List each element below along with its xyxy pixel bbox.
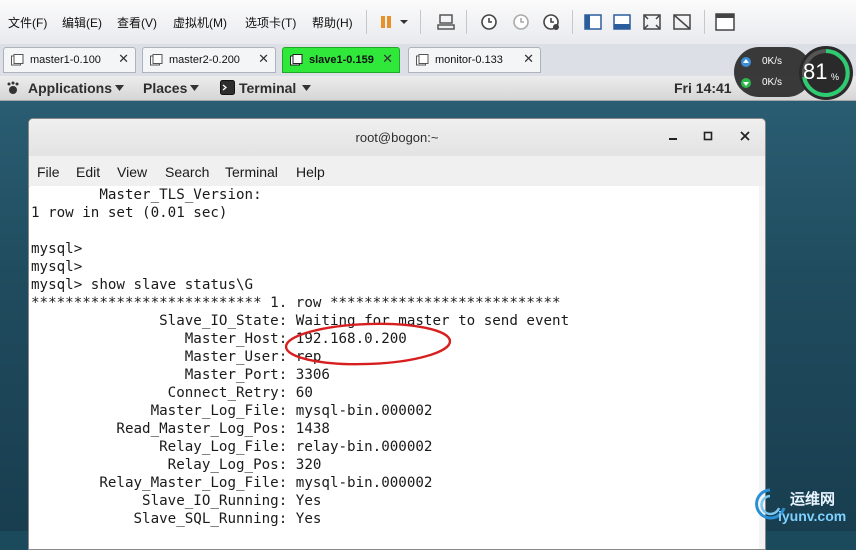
menu-file[interactable]: 文件(F)	[8, 14, 47, 31]
vm-tab-master2[interactable]: master2-0.200 ✕	[142, 47, 276, 73]
terminal-title: root@bogon:~	[355, 130, 439, 145]
console-view-icon[interactable]	[610, 10, 634, 34]
vm-tabbar: master1-0.100 ✕ master2-0.200 ✕ slave1-0…	[0, 44, 856, 77]
terminal-menu-view[interactable]: View	[117, 164, 147, 180]
vm-tab-label: monitor-0.133	[435, 54, 503, 66]
terminal-line: Master_Log_File: mysql-bin.000002	[31, 403, 433, 419]
send-keys-icon[interactable]	[434, 10, 458, 34]
vm-tab-monitor[interactable]: monitor-0.133 ✕	[408, 47, 541, 73]
minimize-button[interactable]	[664, 128, 682, 146]
toolbar-separator	[420, 10, 421, 34]
snapshot-manager-icon[interactable]	[539, 10, 563, 34]
terminal-line: Relay_Master_Log_File: mysql-bin.000002	[31, 475, 433, 491]
chevron-down-icon[interactable]	[396, 10, 412, 34]
terminal-app-menu[interactable]: Terminal	[239, 80, 296, 96]
fullscreen-icon[interactable]	[640, 10, 664, 34]
terminal-line: Relay_Log_File: relay-bin.000002	[31, 439, 433, 455]
gnome-foot-icon	[7, 81, 19, 94]
unity-icon[interactable]	[670, 10, 694, 34]
terminal-app-icon	[220, 80, 235, 95]
vm-tab-slave1[interactable]: slave1-0.159 ✕	[282, 47, 400, 73]
terminal-output[interactable]: Master_TLS_Version: 1 row in set (0.01 s…	[30, 186, 763, 549]
watermark-cn: 运维网	[790, 491, 836, 508]
gnome-top-bar: Applications Places Terminal Fri 14:41	[0, 76, 856, 101]
terminal-line: Master_User: rep	[31, 349, 322, 365]
preferences-icon[interactable]	[713, 10, 737, 34]
toolbar-separator	[366, 10, 367, 34]
chevron-down-icon	[115, 85, 124, 91]
terminal-titlebar[interactable]: root@bogon:~	[29, 119, 765, 157]
terminal-menu-search[interactable]: Search	[165, 164, 209, 180]
vm-tab-label: master1-0.100	[30, 54, 101, 66]
terminal-menu-edit[interactable]: Edit	[76, 164, 100, 180]
cpu-percent: 81	[803, 59, 828, 84]
close-icon[interactable]: ✕	[258, 51, 269, 67]
vm-tab-master1[interactable]: master1-0.100 ✕	[3, 47, 136, 73]
terminal-line: mysql>	[31, 259, 83, 275]
network-gauge-widget: 0K/s 0K/s 81 %	[734, 45, 856, 101]
terminal-line: Master_TLS_Version:	[31, 187, 262, 203]
vmware-menubar: 文件(F) 编辑(E) 查看(V) 虚拟机(M) 选项卡(T) 帮助(H)	[0, 0, 856, 45]
revert-snapshot-icon	[509, 10, 533, 34]
percent-sign: %	[831, 72, 840, 82]
menu-vm[interactable]: 虚拟机(M)	[173, 14, 227, 31]
terminal-line: *************************** 1. row *****…	[31, 295, 561, 311]
close-icon[interactable]: ✕	[118, 51, 129, 67]
terminal-line: Connect_Retry: 60	[31, 385, 313, 401]
menu-tabs[interactable]: 选项卡(T)	[245, 14, 296, 31]
close-icon[interactable]: ✕	[523, 51, 534, 67]
places-menu[interactable]: Places	[143, 80, 187, 96]
watermark-url: iyunv.com	[778, 508, 847, 524]
close-button[interactable]	[736, 128, 754, 146]
vm-icon	[11, 54, 24, 66]
terminal-line: Relay_Log_Pos: 320	[31, 457, 322, 473]
menu-edit[interactable]: 编辑(E)	[62, 14, 102, 31]
site-watermark: 运维网 iyunv.com	[750, 484, 856, 530]
toolbar-separator	[466, 10, 467, 34]
vm-tab-label: slave1-0.159	[309, 54, 374, 66]
menu-view[interactable]: 查看(V)	[117, 14, 157, 31]
terminal-menu-help[interactable]: Help	[296, 164, 325, 180]
terminal-line: Slave_SQL_Running: Yes	[31, 511, 322, 527]
vm-icon	[416, 54, 429, 66]
toolbar-separator	[572, 10, 573, 34]
terminal-line: Slave_IO_Running: Yes	[31, 493, 322, 509]
pause-icon[interactable]	[374, 10, 398, 34]
clock[interactable]: Fri 14:41	[674, 80, 732, 96]
terminal-menubar: File Edit View Search Terminal Help	[29, 156, 765, 187]
terminal-window: root@bogon:~ File Edit View Search Termi…	[28, 118, 766, 550]
terminal-line: mysql> show slave status\G	[31, 277, 254, 293]
maximize-button[interactable]	[699, 128, 717, 146]
menu-help[interactable]: 帮助(H)	[312, 14, 353, 31]
applications-menu[interactable]: Applications	[28, 80, 112, 96]
terminal-line: 1 row in set (0.01 sec)	[31, 205, 228, 221]
terminal-line: mysql>	[31, 241, 83, 257]
toolbar-separator	[704, 10, 705, 34]
sidebar-view-icon[interactable]	[581, 10, 605, 34]
terminal-menu-file[interactable]: File	[37, 164, 60, 180]
vm-tab-label: master2-0.200	[169, 54, 240, 66]
vm-icon	[290, 54, 303, 66]
vm-icon	[150, 54, 163, 66]
snapshot-icon[interactable]	[477, 10, 501, 34]
terminal-line: Read_Master_Log_Pos: 1438	[31, 421, 330, 437]
terminal-menu-terminal[interactable]: Terminal	[225, 164, 278, 180]
chevron-down-icon	[190, 85, 199, 91]
upload-speed: 0K/s	[762, 56, 783, 67]
close-icon[interactable]: ✕	[382, 51, 393, 67]
annotation-ellipse	[284, 322, 452, 366]
download-speed: 0K/s	[762, 77, 783, 88]
chevron-down-icon	[302, 85, 311, 91]
